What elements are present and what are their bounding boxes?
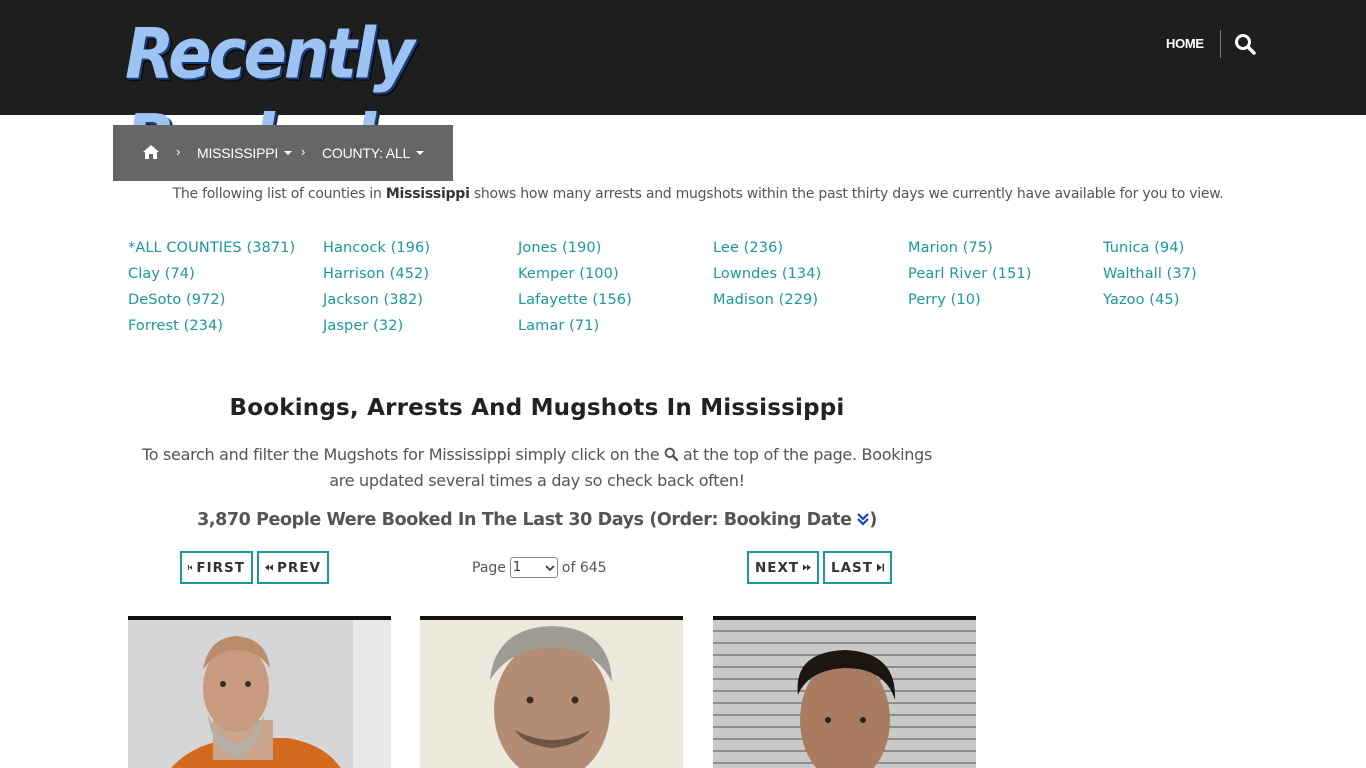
county-column: Marion (75) Pearl River (151) Perry (10) xyxy=(908,235,1098,313)
sort-order-icon[interactable] xyxy=(857,512,870,526)
mugshot-photo xyxy=(713,620,976,768)
breadcrumb-state-label: MISSISSIPPI xyxy=(197,145,279,161)
intro-state: Mississippi xyxy=(385,186,470,202)
page-label: Page xyxy=(472,559,506,576)
booking-count-close: ) xyxy=(869,510,877,530)
county-link[interactable]: Forrest (234) xyxy=(128,313,318,339)
chevron-down-icon xyxy=(545,564,555,571)
breadcrumb: › MISSISSIPPI › COUNTY: ALL xyxy=(113,125,453,181)
county-link[interactable]: Lee (236) xyxy=(713,235,903,261)
booking-count: 3,870 People Were Booked In The Last 30 … xyxy=(128,510,946,530)
county-link[interactable]: Perry (10) xyxy=(908,287,1098,313)
county-link[interactable]: Hancock (196) xyxy=(323,235,513,261)
home-icon[interactable] xyxy=(142,144,160,160)
counties-intro: The following list of counties in Missis… xyxy=(113,186,1283,202)
county-link[interactable]: Jasper (32) xyxy=(323,313,513,339)
mugshot-photo xyxy=(128,620,391,768)
first-page-button[interactable]: FIRST xyxy=(180,551,253,584)
page-indicator: Page 1 of 645 xyxy=(472,557,607,578)
chevron-right-icon: › xyxy=(176,144,181,159)
step-backward-icon xyxy=(188,565,193,570)
county-column: Hancock (196) Harrison (452) Jackson (38… xyxy=(323,235,513,339)
prev-label: PREV xyxy=(277,559,321,576)
mugshot-card[interactable] xyxy=(713,616,976,768)
nav-divider xyxy=(1220,30,1221,58)
mugshot-card[interactable] xyxy=(128,616,391,768)
county-link[interactable]: Tunica (94) xyxy=(1103,235,1293,261)
backward-icon xyxy=(265,564,274,571)
page-select-value: 1 xyxy=(512,560,522,575)
step-forward-icon xyxy=(876,563,884,572)
county-column: Tunica (94) Walthall (37) Yazoo (45) xyxy=(1103,235,1293,313)
prev-page-button[interactable]: PREV xyxy=(257,551,329,584)
breadcrumb-county-dropdown[interactable]: COUNTY: ALL xyxy=(322,145,425,161)
forward-icon xyxy=(803,564,811,571)
chevron-right-icon: › xyxy=(301,144,306,159)
county-link[interactable]: Pearl River (151) xyxy=(908,261,1098,287)
last-page-button[interactable]: LAST xyxy=(823,551,892,584)
caret-down-icon xyxy=(416,151,425,156)
county-link[interactable]: Jackson (382) xyxy=(323,287,513,313)
intro-text-after: shows how many arrests and mugshots with… xyxy=(469,186,1224,202)
county-link[interactable]: Yazoo (45) xyxy=(1103,287,1293,313)
county-link[interactable]: *ALL COUNTIES (3871) xyxy=(128,235,318,261)
instructions-text-before: To search and filter the Mugshots for Mi… xyxy=(141,445,665,464)
county-link[interactable]: Lowndes (134) xyxy=(713,261,903,287)
county-column: *ALL COUNTIES (3871) Clay (74) DeSoto (9… xyxy=(128,235,318,339)
county-link[interactable]: Walthall (37) xyxy=(1103,261,1293,287)
search-icon xyxy=(664,447,679,461)
site-logo[interactable]: Recently Booked xyxy=(125,15,620,181)
county-link[interactable]: Clay (74) xyxy=(128,261,318,287)
site-header: Recently Booked HOME xyxy=(0,0,1366,181)
county-link[interactable]: Madison (229) xyxy=(713,287,903,313)
caret-down-icon xyxy=(284,151,293,156)
county-column: Jones (190) Kemper (100) Lafayette (156)… xyxy=(518,235,708,339)
booking-count-text: 3,870 People Were Booked In The Last 30 … xyxy=(197,510,858,530)
county-link[interactable]: DeSoto (972) xyxy=(128,287,318,313)
nav-home-link[interactable]: HOME xyxy=(1166,36,1204,51)
next-page-button[interactable]: NEXT xyxy=(747,551,819,584)
last-label: LAST xyxy=(831,559,873,576)
search-icon[interactable] xyxy=(1234,33,1256,55)
next-label: NEXT xyxy=(755,559,800,576)
page-select[interactable]: 1 xyxy=(509,557,558,578)
page-total: of 645 xyxy=(561,559,607,576)
breadcrumb-state-dropdown[interactable]: MISSISSIPPI xyxy=(197,145,293,161)
county-link[interactable]: Lafayette (156) xyxy=(518,287,708,313)
search-instructions: To search and filter the Mugshots for Mi… xyxy=(128,442,946,494)
first-label: FIRST xyxy=(196,559,245,576)
county-link[interactable]: Lamar (71) xyxy=(518,313,708,339)
county-link[interactable]: Jones (190) xyxy=(518,235,708,261)
county-link[interactable]: Marion (75) xyxy=(908,235,1098,261)
intro-text-before: The following list of counties in xyxy=(172,186,386,202)
mugshot-photo xyxy=(420,620,683,768)
county-column: Lee (236) Lowndes (134) Madison (229) xyxy=(713,235,903,313)
mugshot-card[interactable] xyxy=(420,616,683,768)
page-title: Bookings, Arrests And Mugshots In Missis… xyxy=(229,395,845,421)
county-link[interactable]: Kemper (100) xyxy=(518,261,708,287)
county-link[interactable]: Harrison (452) xyxy=(323,261,513,287)
breadcrumb-county-label: COUNTY: ALL xyxy=(322,145,411,161)
